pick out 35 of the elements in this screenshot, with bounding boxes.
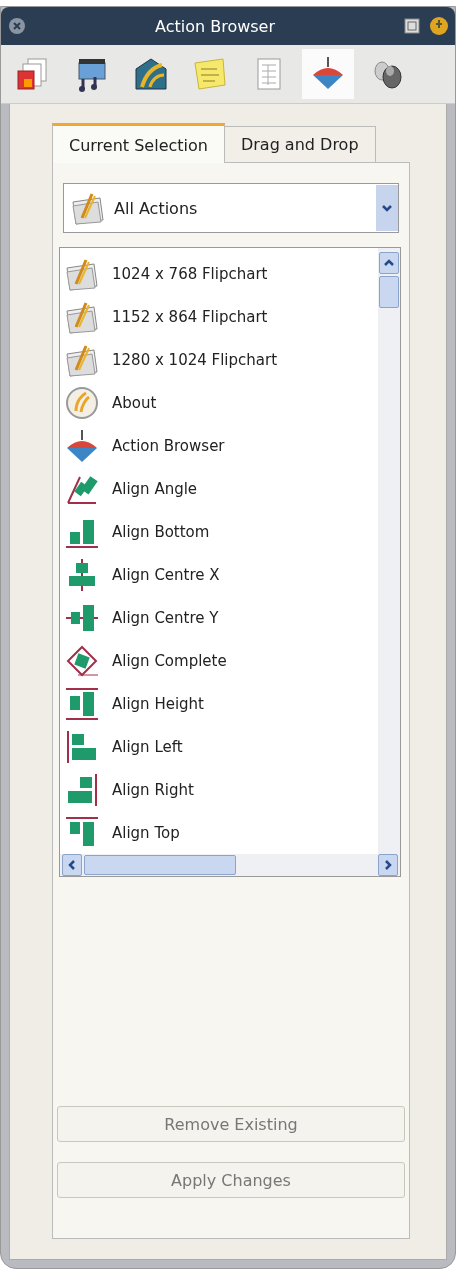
chevron-down-icon (381, 202, 393, 214)
chevron-left-icon (66, 859, 78, 871)
filter-dropdown[interactable]: All Actions (63, 183, 399, 233)
tab[interactable]: Current Selection (52, 123, 225, 163)
pin-icon[interactable] (429, 16, 449, 36)
list-item[interactable]: Action Browser (64, 424, 378, 467)
vertical-scrollbar[interactable] (378, 248, 400, 854)
align-height-icon (64, 685, 100, 722)
list-item[interactable]: Align Height (64, 682, 378, 725)
list-item[interactable]: 1024 x 768 Flipchart (64, 252, 378, 295)
dropdown-button[interactable] (376, 185, 398, 231)
scroll-up-button[interactable] (379, 252, 399, 274)
list-item[interactable]: Align Left (64, 725, 378, 768)
close-icon[interactable] (7, 16, 27, 36)
list-item[interactable]: Align Angle (64, 467, 378, 510)
list-item[interactable]: Align Centre X (64, 553, 378, 596)
list-item[interactable]: Align Bottom (64, 510, 378, 553)
tab[interactable]: Drag and Drop (223, 126, 376, 162)
list-item[interactable]: Align Centre Y (64, 596, 378, 639)
horizontal-scrollbar[interactable] (60, 854, 400, 876)
scroll-right-button[interactable] (378, 854, 398, 876)
window-icon[interactable] (403, 17, 421, 35)
window-title: Action Browser (154, 16, 276, 36)
scroll-left-button[interactable] (62, 854, 82, 876)
scroll-thumb[interactable] (84, 855, 236, 875)
scroll-thumb[interactable] (379, 276, 399, 308)
list-item[interactable]: Align Right (64, 768, 378, 811)
list-item[interactable]: 1152 x 864 Flipchart (64, 295, 378, 338)
sticky-note-icon (191, 55, 229, 93)
list-item[interactable]: Align Top (64, 811, 378, 854)
list-item[interactable]: About (64, 381, 378, 424)
list-item[interactable]: Align Complete (64, 639, 378, 682)
round-badge-icon (64, 384, 100, 421)
chevron-right-icon (382, 859, 394, 871)
list-item[interactable]: 1280 x 1024 Flipchart (64, 338, 378, 381)
